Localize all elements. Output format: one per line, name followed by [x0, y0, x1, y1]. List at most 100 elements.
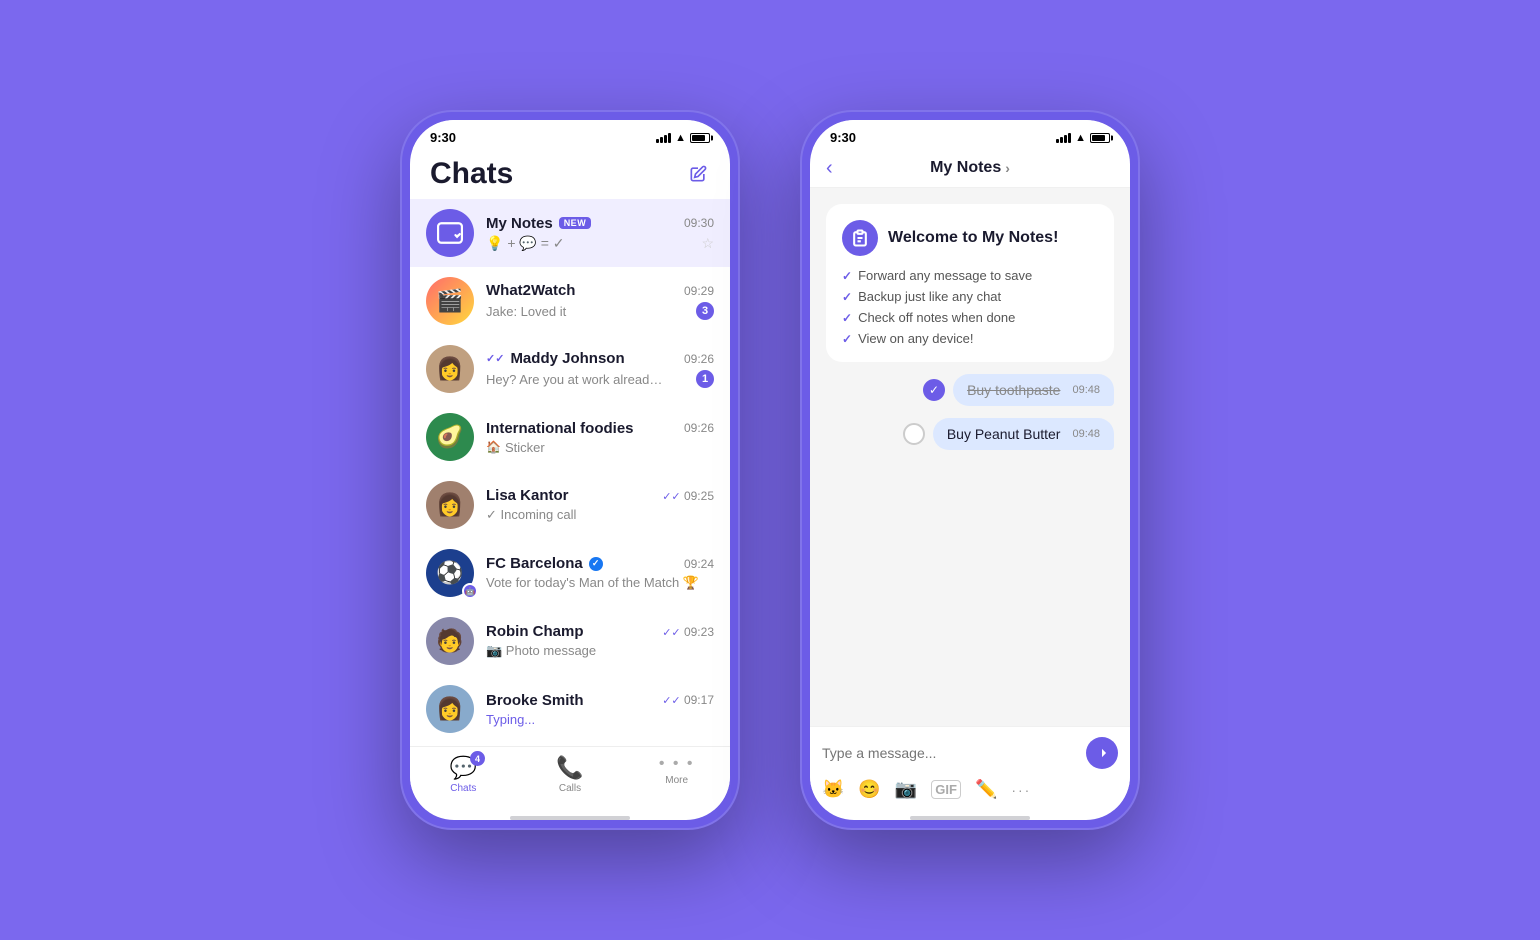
note-checkbox-2[interactable]: [903, 423, 925, 445]
note-text-2: Buy Peanut Butter: [947, 426, 1061, 442]
back-button[interactable]: ‹: [826, 157, 833, 180]
chat-preview-my-notes: 💡 + 💬 = ✓ ☆: [486, 235, 714, 252]
toolbar-icons: 🐱 😊 📷 GIF ✏️ ···: [822, 779, 1118, 800]
chat-name-fcb: FC Barcelona ✓: [486, 555, 603, 572]
chat-info-robin: Robin Champ ✓✓ 09:23 📷 Photo message: [486, 623, 714, 659]
note-text-1: Buy toothpaste: [967, 382, 1060, 398]
chat-time-my-notes: 09:30: [684, 216, 714, 230]
chevron-icon: ›: [1005, 160, 1010, 176]
chat-time-maddy: 09:26: [684, 352, 714, 366]
chat-item-intl-foodies[interactable]: 🥑 International foodies 09:26 🏠 Sticker: [410, 403, 730, 471]
send-button[interactable]: [1086, 737, 1118, 769]
message-input[interactable]: [822, 745, 1078, 761]
chats-title: Chats: [430, 157, 513, 191]
sticker-icon[interactable]: 🐱: [822, 779, 844, 800]
avatar-robin: 🧑: [426, 617, 474, 665]
avatar-brooke: 👩: [426, 685, 474, 733]
avatar-lisa: 👩: [426, 481, 474, 529]
chat-item-fcb[interactable]: ⚽ 🤖 FC Barcelona ✓ 09:24 Vote for today'…: [410, 539, 730, 607]
bottom-tabs: 💬 4 Chats 📞 Calls • • • More: [410, 746, 730, 810]
chat-item-my-notes[interactable]: My Notes NEW 09:30 💡 + 💬 = ✓ ☆: [410, 199, 730, 267]
gif-icon[interactable]: GIF: [931, 780, 961, 799]
battery-icon-right: [1090, 133, 1110, 143]
welcome-items: ✓Forward any message to save ✓Backup jus…: [842, 268, 1098, 346]
new-badge: NEW: [559, 217, 592, 229]
left-phone: 9:30 ▲ Chats: [400, 110, 740, 830]
welcome-title: Welcome to My Notes!: [888, 229, 1058, 247]
unread-badge-maddy: 1: [696, 370, 714, 388]
chat-name-lisa: Lisa Kantor: [486, 487, 569, 504]
notes-body: Welcome to My Notes! ✓Forward any messag…: [810, 188, 1130, 726]
status-icons-right: ▲: [1056, 132, 1110, 144]
chat-info-fcb: FC Barcelona ✓ 09:24 Vote for today's Ma…: [486, 555, 714, 591]
tab-more[interactable]: • • • More: [623, 755, 730, 794]
chat-item-lisa[interactable]: 👩 Lisa Kantor ✓✓ 09:25 ✓ Incoming call: [410, 471, 730, 539]
chat-preview-robin: 📷 Photo message: [486, 643, 714, 659]
note-item-1: ✓ Buy toothpaste 09:48: [826, 374, 1114, 406]
read-ticks-maddy: ✓✓: [486, 352, 504, 365]
status-bar-right: 9:30 ▲: [810, 120, 1130, 149]
welcome-item-4: ✓View on any device!: [842, 331, 1098, 346]
compose-button[interactable]: [686, 162, 710, 186]
doodle-icon[interactable]: ✏️: [975, 779, 997, 800]
welcome-card: Welcome to My Notes! ✓Forward any messag…: [826, 204, 1114, 362]
chat-item-brooke[interactable]: 👩 Brooke Smith ✓✓ 09:17 Typing...: [410, 675, 730, 743]
chat-item-maddy[interactable]: 👩 ✓✓ Maddy Johnson 09:26 Hey? Are you at…: [410, 335, 730, 403]
chat-list: My Notes NEW 09:30 💡 + 💬 = ✓ ☆ 🎬: [410, 199, 730, 746]
emoji-icon[interactable]: 😊: [858, 779, 880, 800]
chat-info-my-notes: My Notes NEW 09:30 💡 + 💬 = ✓ ☆: [486, 215, 714, 252]
camera-icon[interactable]: 📷: [895, 779, 917, 800]
chat-preview-intl-foodies: 🏠 Sticker: [486, 440, 714, 455]
chat-name-robin: Robin Champ: [486, 623, 584, 640]
chat-info-what2watch: What2Watch 09:29 Jake: Loved it 3: [486, 282, 714, 320]
tab-chats[interactable]: 💬 4 Chats: [410, 755, 517, 794]
chats-header: Chats: [410, 149, 730, 199]
tab-calls[interactable]: 📞 Calls: [517, 755, 624, 794]
notes-logo-icon: [842, 220, 878, 256]
calls-tab-icon: 📞: [556, 755, 583, 781]
chat-preview-maddy: Hey? Are you at work already? I have som…: [486, 370, 714, 388]
note-checkbox-1[interactable]: ✓: [923, 379, 945, 401]
chat-name-intl-foodies: International foodies: [486, 420, 634, 437]
read-ticks-robin: ✓✓: [662, 627, 680, 639]
verified-badge-fcb: ✓: [589, 557, 603, 571]
battery-icon: [690, 133, 710, 143]
signal-icon: [656, 133, 671, 143]
chat-time-brooke: ✓✓ 09:17: [662, 693, 714, 707]
notes-input-row: [822, 737, 1118, 769]
welcome-header: Welcome to My Notes!: [842, 220, 1098, 256]
chat-preview-what2watch: Jake: Loved it 3: [486, 302, 714, 320]
status-bar-left: 9:30 ▲: [410, 120, 730, 149]
more-tab-icon: • • •: [659, 755, 695, 773]
chat-name-my-notes: My Notes NEW: [486, 215, 591, 232]
status-time-right: 9:30: [830, 130, 856, 145]
avatar-my-notes: [426, 209, 474, 257]
more-toolbar-icon[interactable]: ···: [1011, 782, 1031, 798]
wifi-icon-right: ▲: [1075, 132, 1086, 144]
note-time-2: 09:48: [1072, 428, 1100, 440]
bot-badge-fcb: 🤖: [462, 583, 478, 599]
chat-info-maddy: ✓✓ Maddy Johnson 09:26 Hey? Are you at w…: [486, 350, 714, 388]
read-ticks-brooke: ✓✓: [662, 695, 680, 707]
notes-title: My Notes ›: [930, 159, 1010, 177]
chat-preview-brooke: Typing...: [486, 712, 714, 727]
note-bubble-2: Buy Peanut Butter 09:48: [933, 418, 1114, 450]
welcome-item-2: ✓Backup just like any chat: [842, 289, 1098, 304]
chat-time-intl-foodies: 09:26: [684, 421, 714, 435]
chat-preview-fcb: Vote for today's Man of the Match 🏆: [486, 575, 714, 591]
home-indicator-right: [910, 816, 1030, 820]
chat-name-maddy: ✓✓ Maddy Johnson: [486, 350, 625, 367]
chat-info-lisa: Lisa Kantor ✓✓ 09:25 ✓ Incoming call: [486, 487, 714, 523]
chat-info-intl-foodies: International foodies 09:26 🏠 Sticker: [486, 420, 714, 455]
note-item-2: Buy Peanut Butter 09:48: [826, 418, 1114, 450]
avatar-what2watch: 🎬: [426, 277, 474, 325]
chats-tab-badge: 4: [470, 751, 485, 766]
chat-item-robin[interactable]: 🧑 Robin Champ ✓✓ 09:23 📷 Photo message: [410, 607, 730, 675]
chat-time-lisa: ✓✓ 09:25: [662, 489, 714, 503]
calls-tab-label: Calls: [559, 783, 581, 794]
more-tab-label: More: [665, 775, 688, 786]
chat-item-what2watch[interactable]: 🎬 What2Watch 09:29 Jake: Loved it 3: [410, 267, 730, 335]
chats-tab-label: Chats: [450, 783, 476, 794]
chat-preview-lisa: ✓ Incoming call: [486, 507, 714, 523]
welcome-item-1: ✓Forward any message to save: [842, 268, 1098, 283]
